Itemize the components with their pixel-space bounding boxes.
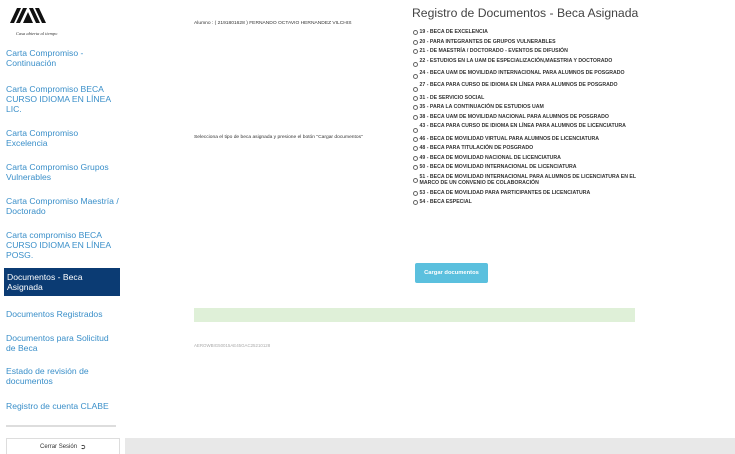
sidebar-item-documentos-solicitud[interactable]: Documentos para Solicitud de Beca	[6, 333, 120, 353]
sign-out-icon: ➲	[80, 443, 86, 451]
beca-option-label: 31 - DE SERVICIO SOCIAL	[419, 94, 485, 101]
beca-option-label: 43 - BECA PARA CURSO DE IDIOMA EN LÍNEA …	[419, 123, 626, 130]
radio-button[interactable]	[413, 74, 418, 80]
beca-option-label: 38 - BECA UAM DE MOVILIDAD NACIONAL PARA…	[419, 113, 609, 120]
beca-option-label: 21 - DE MAESTRÍA / DOCTORADO - EVENTOS D…	[419, 48, 568, 54]
beca-option[interactable]: 22 - ESTUDIOS EN LA UAM DE ESPECIALIZACI…	[413, 58, 643, 67]
sidebar-divider	[6, 425, 116, 427]
beca-option-label: 35 - PARA LA CONTINUACIÓN DE ESTUDIOS UA…	[419, 104, 544, 111]
uam-logo-icon	[10, 8, 46, 23]
logo-tagline: Casa abierta al tiempo	[16, 31, 58, 36]
student-info: Alumno : ( 2191801628 ) FERNANDO OCTAVIO…	[194, 21, 352, 26]
radio-button[interactable]	[413, 95, 418, 101]
radio-button[interactable]	[413, 49, 418, 54]
radio-button[interactable]	[413, 61, 418, 67]
radio-button[interactable]	[413, 127, 418, 133]
success-message-bar	[194, 308, 635, 322]
sidebar-item-carta-grupos-vulnerables[interactable]: Carta Compromiso Grupos Vulnerables	[6, 162, 120, 182]
radio-button[interactable]	[413, 86, 418, 92]
sidebar-item-carta-excelencia[interactable]: Carta Compromiso Excelencia	[6, 128, 120, 148]
beca-option[interactable]: 50 - BECA DE MOVILIDAD INTERNACIONAL DE …	[413, 164, 643, 171]
radio-button[interactable]	[413, 136, 418, 142]
sidebar-item-estado-revision[interactable]: Estado de revisión de documentos	[6, 366, 120, 386]
beca-option-label: 53 - BECA DE MOVILIDAD PARA PARTICIPANTE…	[419, 189, 591, 196]
radio-button[interactable]	[413, 114, 418, 120]
sidebar-item-carta-idioma-posg[interactable]: Carta compromiso BECA CURSO IDIOMA EN LÍ…	[6, 230, 120, 260]
beca-options-list: 19 - BECA DE EXCELENCIA 20 - PARA INTEGR…	[413, 29, 643, 209]
beca-option[interactable]: 49 - BECA DE MOVILIDAD NACIONAL DE LICEN…	[413, 155, 643, 161]
radio-button[interactable]	[413, 178, 418, 184]
footer-code: AEROWBIG50015AE45GAC25210128	[194, 343, 271, 348]
beca-option-label: 19 - BECA DE EXCELENCIA	[419, 29, 488, 35]
radio-button[interactable]	[413, 200, 418, 206]
beca-option[interactable]: 53 - BECA DE MOVILIDAD PARA PARTICIPANTE…	[413, 190, 643, 196]
instructions-text: Selecciona el tipo de beca asignada y pr…	[194, 135, 363, 140]
radio-button[interactable]	[413, 190, 418, 196]
radio-button[interactable]	[413, 39, 418, 45]
sidebar-item-carta-continuacion[interactable]: Carta Compromiso - Continuación	[6, 48, 120, 68]
logout-button[interactable]: Cerrar Sesión ➲	[6, 438, 120, 454]
beca-option-label: 20 - PARA INTEGRANTES DE GRUPOS VULNERAB…	[419, 38, 556, 45]
beca-option[interactable]: 31 - DE SERVICIO SOCIAL	[413, 95, 643, 101]
sidebar-item-documentos-beca-asignada[interactable]: Documentos - Beca Asignada	[4, 268, 120, 296]
radio-button[interactable]	[413, 105, 418, 111]
beca-option-label: 27 - BECA PARA CURSO DE IDIOMA EN LÍNEA …	[419, 82, 618, 89]
beca-option-label: 24 - BECA UAM DE MOVILIDAD INTERNACIONAL…	[419, 69, 625, 76]
radio-button[interactable]	[413, 165, 418, 171]
uam-logo: Casa abierta al tiempo	[8, 6, 68, 36]
cargar-documentos-button[interactable]: Cargar documentos	[415, 263, 488, 283]
beca-option[interactable]: 24 - BECA UAM DE MOVILIDAD INTERNACIONAL…	[413, 69, 643, 80]
beca-option[interactable]: 35 - PARA LA CONTINUACIÓN DE ESTUDIOS UA…	[413, 104, 643, 111]
beca-option-label: 22 - ESTUDIOS EN LA UAM DE ESPECIALIZACI…	[419, 57, 613, 64]
beca-option[interactable]: 21 - DE MAESTRÍA / DOCTORADO - EVENTOS D…	[413, 48, 643, 54]
beca-option[interactable]: 54 - BECA ESPECIAL	[413, 199, 643, 206]
beca-option[interactable]: 19 - BECA DE EXCELENCIA	[413, 29, 643, 35]
beca-option[interactable]: 27 - BECA PARA CURSO DE IDIOMA EN LÍNEA …	[413, 82, 643, 92]
beca-option-label: 50 - BECA DE MOVILIDAD INTERNACIONAL DE …	[419, 164, 577, 171]
beca-option[interactable]: 43 - BECA PARA CURSO DE IDIOMA EN LÍNEA …	[413, 123, 643, 133]
sidebar-item-documentos-registrados[interactable]: Documentos Registrados	[6, 309, 120, 319]
logout-label: Cerrar Sesión	[40, 443, 78, 450]
beca-option-label: 49 - BECA DE MOVILIDAD NACIONAL DE LICEN…	[419, 154, 561, 161]
beca-option-label: 48 - BECA PARA TITULACIÓN DE POSGRADO	[419, 145, 534, 152]
beca-option[interactable]: 20 - PARA INTEGRANTES DE GRUPOS VULNERAB…	[413, 39, 643, 45]
sidebar: Casa abierta al tiempo Carta Compromiso …	[0, 0, 125, 454]
beca-option[interactable]: 51 - BECA DE MOVILIDAD INTERNACIONAL PAR…	[413, 174, 643, 187]
page-title: Registro de Documentos - Beca Asignada	[412, 6, 639, 20]
sidebar-item-registro-clabe[interactable]: Registro de cuenta CLABE	[6, 401, 120, 411]
radio-button[interactable]	[413, 30, 418, 35]
beca-option[interactable]: 46 - BECA DE MOVILIDAD VIRTUAL PARA ALUM…	[413, 136, 643, 142]
sidebar-item-carta-idioma-lic[interactable]: Carta Compromiso BECA CURSO IDIOMA EN LÍ…	[6, 84, 120, 114]
beca-option[interactable]: 38 - BECA UAM DE MOVILIDAD NACIONAL PARA…	[413, 114, 643, 120]
beca-option-label: 46 - BECA DE MOVILIDAD VIRTUAL PARA ALUM…	[419, 135, 600, 142]
beca-option-label: 51 - BECA DE MOVILIDAD INTERNACIONAL PAR…	[419, 173, 636, 187]
beca-option[interactable]: 48 - BECA PARA TITULACIÓN DE POSGRADO	[413, 145, 643, 152]
sidebar-item-carta-maestria-doctorado[interactable]: Carta Compromiso Maestría / Doctorado	[6, 196, 120, 216]
radio-button[interactable]	[413, 155, 418, 161]
beca-option-label: 54 - BECA ESPECIAL	[419, 199, 472, 206]
bottom-bar	[125, 438, 735, 454]
page: Casa abierta al tiempo Carta Compromiso …	[0, 0, 735, 454]
radio-button[interactable]	[413, 146, 418, 152]
